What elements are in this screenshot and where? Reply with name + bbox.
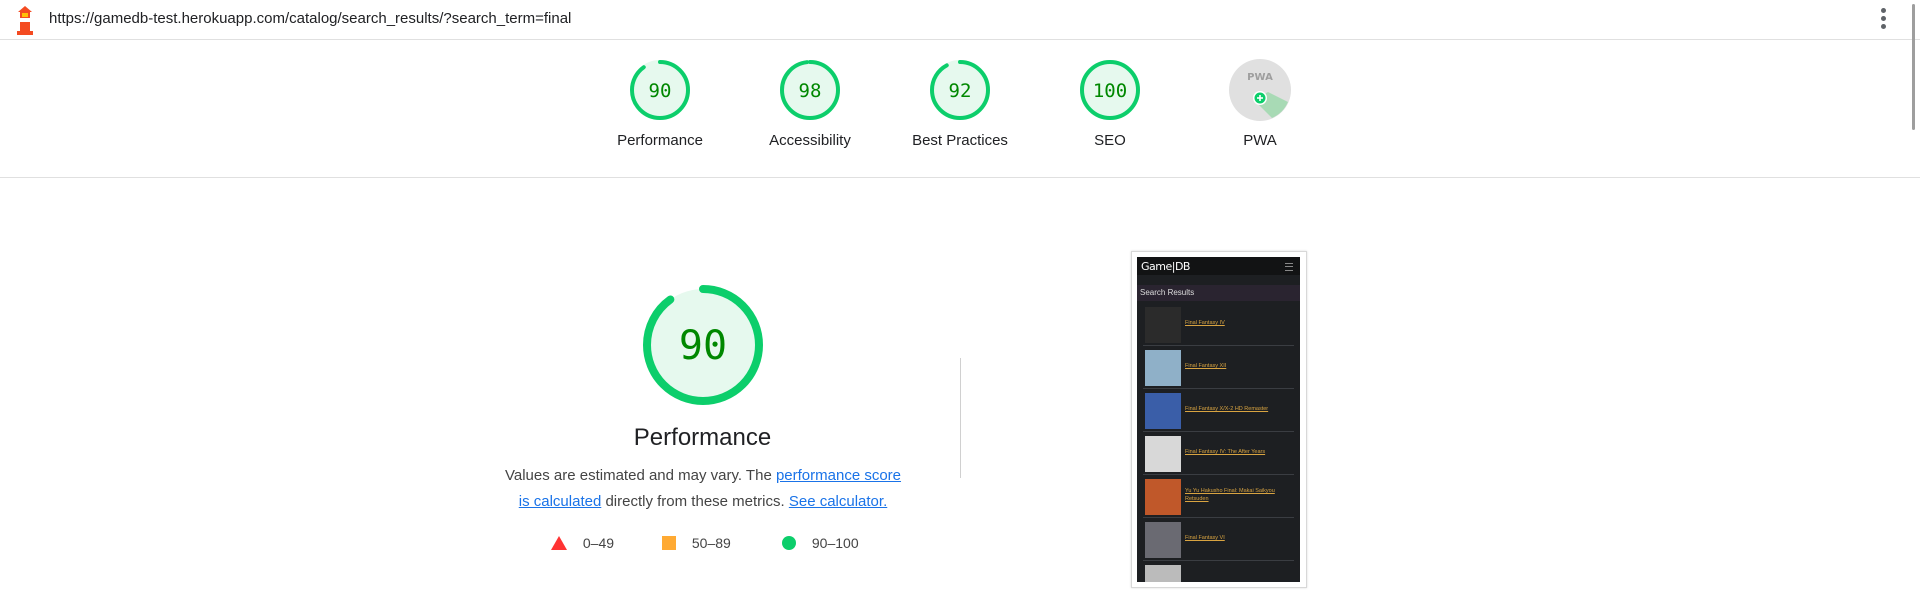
section-divider [960,358,961,478]
game-thumbnail [1145,393,1181,429]
screenshot-heading: Search Results [1140,288,1195,297]
list-item: Final Fantasy VI [1143,518,1294,561]
list-item: Yu Yu Hakusho Final: Makai Saikyou Retsu… [1143,475,1294,518]
gauge-performance-label: Performance [617,132,703,149]
final-screenshot[interactable]: Game|DB Search Results Final Fantasy IV … [1131,251,1307,588]
performance-description: Values are estimated and may vary. The p… [498,463,908,515]
game-title-link: Yu Yu Hakusho Final: Makai Saikyou Retsu… [1185,488,1275,502]
legend-average: 50–89 [662,535,731,551]
legend-pass: 90–100 [782,535,859,551]
game-title-link: Final Fantasy XII [1185,363,1227,369]
desc-mid: directly from these metrics. [601,493,789,510]
hamburger-icon [1285,263,1293,271]
top-bar: https://gamedb-test.herokuapp.com/catalo… [0,0,1920,40]
gauge-best-practices-score: 92 [949,80,972,102]
gauge-best-practices[interactable]: 92 Best Practices [890,58,1030,149]
gauge-seo-ring: 100 [1080,60,1140,120]
list-item: Final Fantasy IV: The After Years [1143,432,1294,475]
gauge-seo[interactable]: 100 SEO [1040,58,1180,149]
list-item: Final Fantasy XII [1143,346,1294,389]
legend-pass-label: 90–100 [811,535,859,551]
gauge-performance[interactable]: 90 Performance [590,58,730,149]
legend-fail: 0–49 [551,535,614,551]
performance-big-gauge: 90 [643,285,763,405]
list-item [1143,561,1294,582]
gauge-accessibility-score: 98 [799,80,822,102]
category-summary: 90 Performance 98 Accessibility 92 Best … [0,40,1920,178]
game-title-link: Final Fantasy IV: The After Years [1185,449,1266,455]
game-thumbnail [1145,565,1181,582]
triangle-icon [551,536,567,550]
legend-average-label: 50–89 [691,535,731,551]
pwa-badge-icon: PWA [1229,59,1291,121]
score-legend: 0–49 50–89 90–100 [530,535,890,555]
more-options-icon[interactable] [1878,8,1888,32]
gauge-accessibility[interactable]: 98 Accessibility [740,58,880,149]
game-title-link: Final Fantasy IV [1185,320,1225,326]
gauge-performance-score: 90 [649,80,672,102]
performance-big-score: 90 [679,323,727,369]
legend-fail-label: 0–49 [582,535,615,551]
gauge-seo-label: SEO [1094,132,1126,149]
gauge-seo-score: 100 [1093,80,1127,102]
square-icon [662,536,676,550]
gauge-accessibility-label: Accessibility [769,132,851,149]
performance-title: Performance [633,424,772,451]
lighthouse-logo-icon [17,6,33,35]
game-title-link: Final Fantasy VI [1185,535,1225,541]
game-thumbnail [1145,307,1181,343]
list-item: Final Fantasy X/X-2 HD Remaster [1143,389,1294,432]
gauge-pwa[interactable]: PWA PWA [1190,58,1330,149]
pwa-badge-text: PWA [1247,72,1273,83]
circle-icon [782,536,796,550]
gauge-accessibility-ring: 98 [780,60,840,120]
desc-prefix: Values are estimated and may vary. The [504,467,776,484]
gauge-best-practices-label: Best Practices [912,132,1008,149]
gauge-performance-ring: 90 [630,60,690,120]
see-calculator-link[interactable]: See calculator. [789,493,887,510]
screenshot-page: Game|DB Search Results Final Fantasy IV … [1137,257,1300,582]
game-title-link: Final Fantasy X/X-2 HD Remaster [1185,406,1269,412]
screenshot-logo: Game|DB [1141,260,1190,273]
screenshot-header: Game|DB [1137,257,1300,275]
gauge-pwa-label: PWA [1243,132,1277,149]
game-thumbnail [1145,350,1181,386]
game-thumbnail [1145,479,1181,515]
report-url[interactable]: https://gamedb-test.herokuapp.com/catalo… [49,10,571,27]
screenshot-heading-bar: Search Results [1137,285,1300,301]
gauge-best-practices-ring: 92 [930,60,990,120]
game-thumbnail [1145,436,1181,472]
list-item: Final Fantasy IV [1143,303,1294,346]
game-thumbnail [1145,522,1181,558]
